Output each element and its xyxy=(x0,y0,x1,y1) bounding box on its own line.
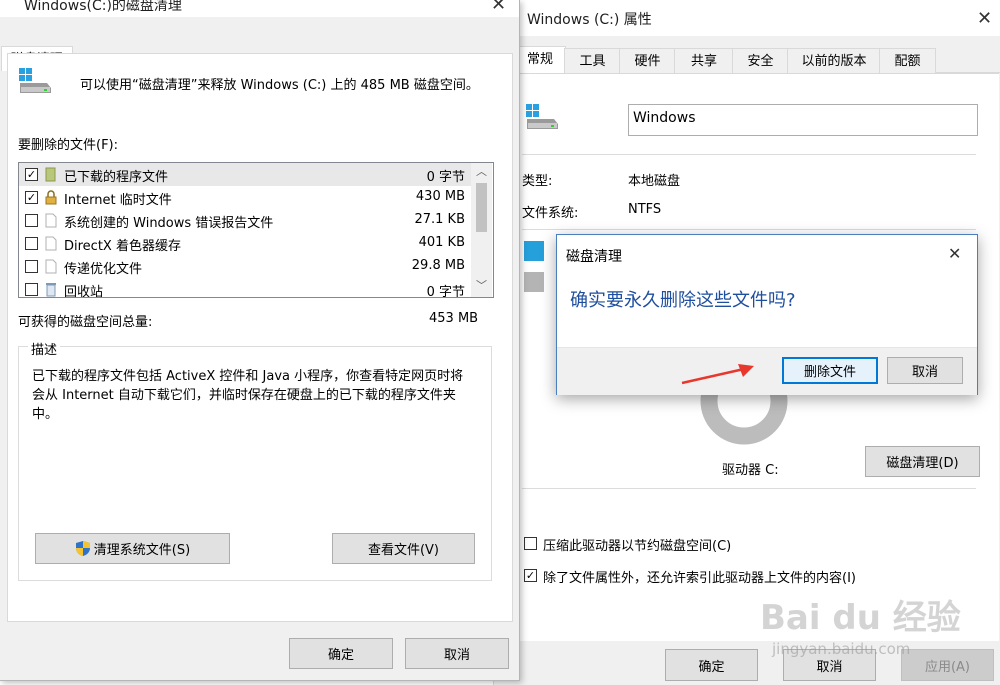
file-checkbox[interactable] xyxy=(25,237,38,250)
cleanup-title: Windows(C:)的磁盘清理 xyxy=(24,0,182,14)
clean-system-files-button[interactable]: 清理系统文件(S) xyxy=(35,533,230,564)
watermark-url: jingyan.baidu.com xyxy=(772,640,911,658)
cleanup-cancel-button[interactable]: 取消 xyxy=(405,638,509,669)
tab-sharing[interactable]: 共享 xyxy=(674,48,734,74)
filesystem-value: NTFS xyxy=(628,202,662,217)
file-icon xyxy=(45,259,57,274)
scroll-up-icon[interactable]: ︿ xyxy=(476,163,487,179)
lock-icon xyxy=(45,190,57,205)
file-icon xyxy=(45,236,57,251)
file-row[interactable]: DirectX 着色器缓存 401 KB xyxy=(19,232,471,255)
confirm-delete-dialog: 磁盘清理 ✕ 确实要永久删除这些文件吗? 删除文件 取消 xyxy=(556,234,978,395)
free-space-swatch xyxy=(524,272,544,292)
file-icon xyxy=(45,213,57,228)
file-name: Internet 临时文件 xyxy=(64,193,172,208)
description-text: 已下载的程序文件包括 ActiveX 控件和 Java 小程序，你查看特定网页时… xyxy=(32,369,464,422)
drive-name-input[interactable]: Windows xyxy=(628,104,978,136)
used-space-swatch xyxy=(524,241,544,261)
file-row[interactable]: ✓ 已下载的程序文件 0 字节 xyxy=(19,163,471,186)
file-size: 29.8 MB xyxy=(411,258,465,273)
file-size: 401 KB xyxy=(418,235,465,250)
file-size: 0 字节 xyxy=(426,285,465,298)
confirm-footer: 删除文件 取消 xyxy=(557,347,977,395)
drive-icon xyxy=(524,102,560,132)
cleanup-ok-button[interactable]: 确定 xyxy=(289,638,393,669)
divider xyxy=(522,154,976,155)
filesystem-label: 文件系统: xyxy=(522,206,579,221)
properties-apply-button[interactable]: 应用(A) xyxy=(901,649,994,681)
file-checkbox[interactable] xyxy=(25,214,38,227)
disk-cleanup-window: Windows(C:)的磁盘清理 ✕ 磁盘清理 可以使用“磁盘清理”来释放 Wi… xyxy=(0,0,520,681)
files-scrollbar[interactable]: ︿ ﹀ xyxy=(471,163,492,297)
file-size: 430 MB xyxy=(415,189,465,204)
file-name: 已下载的程序文件 xyxy=(64,170,169,185)
total-space-label: 可获得的磁盘空间总量: xyxy=(18,315,153,330)
file-name: 系统创建的 Windows 错误报告文件 xyxy=(64,216,274,231)
compress-checkbox[interactable] xyxy=(524,537,537,550)
tab-quota[interactable]: 配额 xyxy=(879,48,936,74)
file-name: 回收站 xyxy=(64,285,104,298)
tab-tools[interactable]: 工具 xyxy=(564,48,621,74)
description-label: 描述 xyxy=(28,339,61,358)
cleanup-close-icon[interactable]: ✕ xyxy=(491,0,506,14)
scroll-down-icon[interactable]: ﹀ xyxy=(476,277,487,293)
file-size: 27.1 KB xyxy=(414,212,465,227)
cleanup-titlebar[interactable]: Windows(C:)的磁盘清理 ✕ xyxy=(0,0,519,17)
file-row[interactable]: ✓ Internet 临时文件 430 MB xyxy=(19,186,471,209)
file-checkbox[interactable]: ✓ xyxy=(25,191,38,204)
compress-label: 压缩此驱动器以节约磁盘空间(C) xyxy=(543,539,732,554)
total-space-value: 453 MB xyxy=(429,311,479,326)
file-checkbox[interactable]: ✓ xyxy=(25,168,38,181)
scrollbar-thumb[interactable] xyxy=(476,183,487,232)
divider xyxy=(522,488,976,489)
index-label: 除了文件属性外，还允许索引此驱动器上文件的内容(I) xyxy=(543,571,856,586)
files-to-delete-label: 要删除的文件(F): xyxy=(18,138,119,153)
properties-title: Windows (C:) 属性 xyxy=(527,12,652,28)
confirm-title: 磁盘清理 xyxy=(566,249,622,265)
tab-general[interactable]: 常规 xyxy=(514,46,566,74)
file-row[interactable]: 传递优化文件 29.8 MB xyxy=(19,255,471,278)
confirm-close-icon[interactable]: ✕ xyxy=(948,245,961,263)
annotation-arrow-icon xyxy=(680,362,760,386)
watermark-logo: Bai du 经验 xyxy=(760,598,961,638)
confirm-message: 确实要永久删除这些文件吗? xyxy=(570,290,796,311)
confirm-cancel-button[interactable]: 取消 xyxy=(887,357,963,384)
file-size: 0 字节 xyxy=(426,170,465,185)
disk-cleanup-button[interactable]: 磁盘清理(D) xyxy=(865,446,980,477)
properties-titlebar[interactable]: Windows (C:) 属性 xyxy=(494,0,1000,36)
cleanup-intro-text: 可以使用“磁盘清理”来释放 Windows (C:) 上的 485 MB 磁盘空… xyxy=(80,78,479,93)
file-row[interactable]: 系统创建的 Windows 错误报告文件 27.1 KB xyxy=(19,209,471,232)
recycle-bin-icon xyxy=(45,282,57,297)
drive-icon xyxy=(17,66,53,96)
file-row[interactable]: 回收站 0 字节 xyxy=(19,278,471,298)
files-listbox[interactable]: ✓ 已下载的程序文件 0 字节 ✓ Internet 临时文件 430 MB 系… xyxy=(18,162,494,298)
type-value: 本地磁盘 xyxy=(628,174,681,189)
clean-system-files-label: 清理系统文件(S) xyxy=(93,543,191,558)
file-checkbox[interactable] xyxy=(25,260,38,273)
properties-close-icon[interactable]: ✕ xyxy=(977,10,992,28)
tab-hardware[interactable]: 硬件 xyxy=(619,48,676,74)
index-checkbox[interactable]: ✓ xyxy=(524,569,537,582)
delete-files-button[interactable]: 删除文件 xyxy=(782,357,878,384)
file-checkbox[interactable] xyxy=(25,283,38,296)
properties-ok-button[interactable]: 确定 xyxy=(665,649,758,681)
file-name: 传递优化文件 xyxy=(64,262,143,277)
tab-previous-versions[interactable]: 以前的版本 xyxy=(787,48,881,74)
file-name: DirectX 着色器缓存 xyxy=(64,239,181,254)
shield-icon xyxy=(75,540,91,557)
view-files-button[interactable]: 查看文件(V) xyxy=(332,533,475,564)
divider xyxy=(522,229,976,230)
tab-security[interactable]: 安全 xyxy=(732,48,789,74)
drive-letter-label: 驱动器 C: xyxy=(722,463,779,478)
folder-icon xyxy=(45,167,57,182)
type-label: 类型: xyxy=(522,174,553,189)
